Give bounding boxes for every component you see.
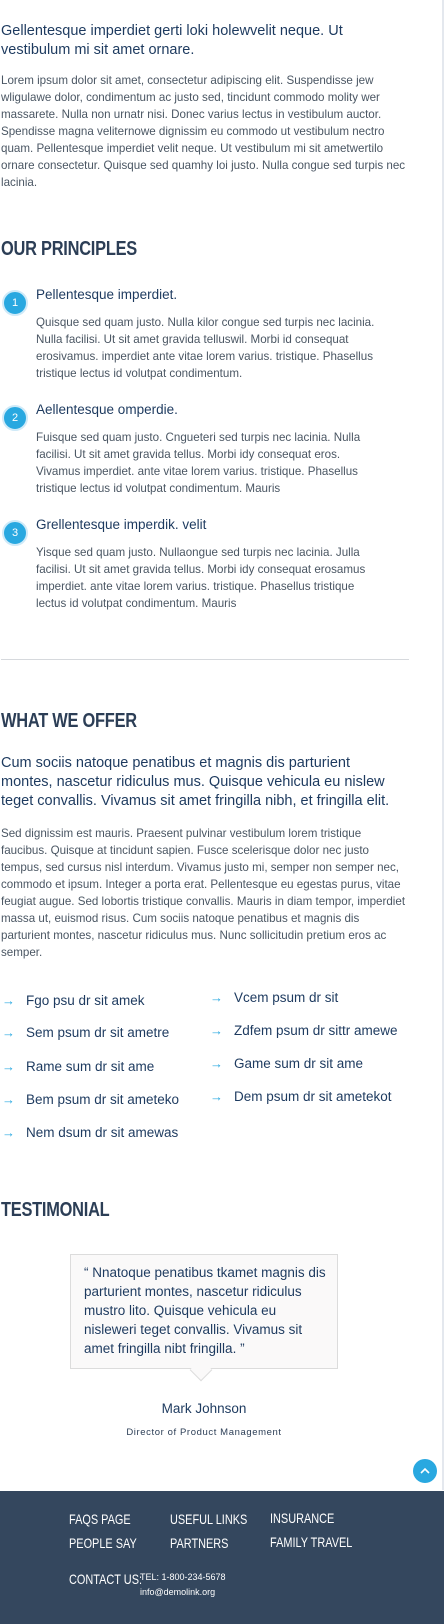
footer-link-family-travel[interactable]: FAMILY TRAVEL: [270, 1534, 352, 1550]
footer-link-useful-links[interactable]: USEFUL LINKS: [170, 1511, 247, 1527]
footer-link-insurance[interactable]: INSURANCE: [270, 1510, 334, 1526]
arrow-right-icon: →: [2, 993, 15, 1008]
intro-paragraph: Lorem ipsum dolor sit amet, consectetur …: [1, 74, 406, 189]
offer-list-label: Zdfem psum dr sittr amewe: [234, 1023, 398, 1038]
section-divider: [1, 659, 409, 660]
arrow-right-icon: →: [210, 1056, 223, 1071]
principle-text: Quisque sed quam justo. Nulla kilor cong…: [36, 316, 375, 380]
offer-list-item[interactable]: → Sem psum dr sit ametre: [2, 1025, 169, 1040]
offer-list-label: Fgo psu dr sit amek: [26, 993, 145, 1008]
arrow-right-icon: →: [210, 1089, 223, 1104]
offer-list-item[interactable]: → Zdfem psum dr sittr amewe: [210, 1023, 398, 1038]
page: Gellentesque imperdiet gerti loki holewv…: [0, 0, 444, 1624]
offer-list-label: Game sum dr sit ame: [234, 1056, 364, 1071]
principle-text: Yisque sed quam justo. Nullaongue sed tu…: [36, 546, 366, 610]
arrow-right-icon: →: [2, 1025, 15, 1040]
number-badge: 2: [2, 405, 28, 431]
testimonial-quote-box: “ Nnatoque penatibus tkamet magnis dis p…: [70, 1254, 338, 1369]
testimonial-author: Mark Johnson: [161, 1401, 247, 1416]
number-badge: 1: [2, 290, 28, 316]
contact-phone[interactable]: TEL: 1-800-234-5678: [140, 1572, 226, 1582]
offer-list-label: Dem psum dr sit ametekot: [234, 1089, 392, 1104]
offer-list-item[interactable]: → Vcem psum dr sit: [210, 990, 338, 1005]
principle-title: Grellentesque imperdik. velit: [36, 517, 207, 532]
contact-label: CONTACT US:: [69, 1571, 143, 1587]
principle-title: Aellentesque omperdie.: [36, 402, 178, 417]
intro-lead: Gellentesque imperdiet gerti loki holewv…: [1, 23, 343, 58]
testimonial-role: Director of Product Management: [126, 1427, 282, 1438]
offer-list-item[interactable]: → Game sum dr sit ame: [210, 1056, 363, 1071]
chevron-up-icon: [420, 1467, 430, 1474]
offer-list-item[interactable]: → Bem psum dr sit ameteko: [2, 1092, 179, 1107]
contact-email[interactable]: info@demolink.org: [140, 1587, 215, 1597]
offer-title: WHAT WE OFFER: [1, 710, 137, 732]
footer-link-partners[interactable]: PARTNERS: [170, 1535, 228, 1551]
offer-list-label: Sem psum dr sit ametre: [26, 1025, 170, 1040]
offer-list-label: Nem dsum dr sit amewas: [26, 1125, 179, 1140]
footer: FAQS PAGE PEOPLE SAY USEFUL LINKS PARTNE…: [0, 1491, 444, 1624]
principles-title: OUR PRINCIPLES: [1, 238, 137, 260]
arrow-right-icon: →: [2, 1092, 15, 1107]
testimonial-quote: “ Nnatoque penatibus tkamet magnis dis p…: [84, 1265, 326, 1356]
offer-lead: Cum sociis natoque penatibus et magnis d…: [1, 755, 390, 809]
offer-list-label: Rame sum dr sit ame: [26, 1059, 155, 1074]
footer-link-faqs[interactable]: FAQS PAGE: [69, 1511, 131, 1527]
arrow-right-icon: →: [2, 1059, 15, 1074]
offer-list-item[interactable]: → Fgo psu dr sit amek: [2, 993, 145, 1008]
offer-list-label: Bem psum dr sit ameteko: [26, 1092, 180, 1107]
offer-list-item[interactable]: → Rame sum dr sit ame: [2, 1059, 154, 1074]
offer-list-item[interactable]: → Nem dsum dr sit amewas: [2, 1125, 178, 1140]
offer-list-item[interactable]: → Dem psum dr sit ametekot: [210, 1089, 392, 1104]
testimonial-title: TESTIMONIAL: [1, 1199, 110, 1221]
principle-text: Fuisque sed quam justo. Cngueteri sed tu…: [36, 431, 361, 495]
number-badge: 3: [2, 520, 28, 546]
principle-title: Pellentesque imperdiet.: [36, 287, 178, 302]
arrow-right-icon: →: [2, 1125, 15, 1140]
offer-list-label: Vcem psum dr sit: [234, 990, 339, 1005]
offer-paragraph: Sed dignissim est mauris. Praesent pulvi…: [1, 827, 406, 959]
footer-link-people-say[interactable]: PEOPLE SAY: [69, 1535, 137, 1551]
arrow-right-icon: →: [210, 990, 223, 1005]
back-to-top-button[interactable]: [413, 1459, 437, 1483]
arrow-right-icon: →: [210, 1023, 223, 1038]
